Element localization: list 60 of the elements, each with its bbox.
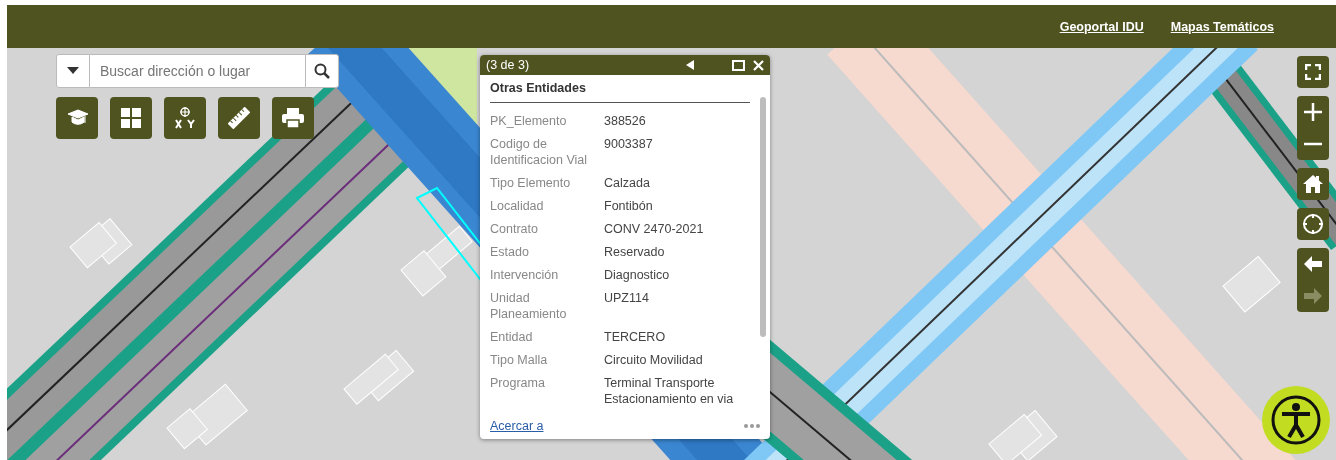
field-label: Intervención (490, 267, 560, 283)
education-tool-button[interactable] (56, 97, 98, 139)
header-link[interactable]: Geoportal IDU (1059, 19, 1144, 34)
field-label: Estado (490, 244, 530, 260)
triangle-left-icon (686, 60, 694, 70)
header-link[interactable]: Mapas Temáticos (1170, 19, 1274, 34)
measure-tool-button[interactable] (218, 97, 260, 139)
field-label: Localidad (490, 198, 545, 214)
section-heading: Otras Entidades (490, 79, 750, 103)
field-label: Tipo Elemento (490, 175, 572, 191)
search-icon (314, 63, 330, 79)
more-button[interactable] (744, 424, 760, 428)
search-button[interactable] (305, 54, 339, 88)
previous-button[interactable] (686, 60, 694, 70)
printer-icon (282, 108, 304, 128)
grid-icon (121, 108, 141, 128)
crosshair-icon (1302, 213, 1324, 235)
locate-button[interactable] (1297, 208, 1329, 240)
field-value: Calzada (604, 175, 651, 191)
field-label: PK_Elemento (490, 113, 568, 129)
field-value: 388526 (604, 113, 647, 129)
field-value: Fontibón (604, 198, 654, 214)
ellipsis-icon (744, 424, 760, 428)
fullscreen-icon (1305, 64, 1321, 80)
home-icon (1303, 175, 1323, 193)
field-label: Tipo Malla (490, 352, 549, 368)
home-button[interactable] (1297, 168, 1329, 200)
coordinates-tool-button[interactable] (164, 97, 206, 139)
close-icon (753, 59, 764, 71)
field-value: Circuito Movilidad (604, 352, 704, 368)
maximize-button[interactable] (732, 59, 745, 71)
field-value: CONV 2470-2021 (604, 221, 705, 237)
crosshair-xy-icon (174, 107, 196, 129)
fullscreen-button[interactable] (1297, 56, 1329, 88)
graduation-cap-icon (66, 108, 88, 128)
search-scope-dropdown[interactable] (56, 54, 90, 88)
print-tool-button[interactable] (272, 97, 314, 139)
basemap-tool-button[interactable] (110, 97, 152, 139)
field-value: TERCERO (604, 329, 667, 345)
field-value: Terminal Transporte Estacionamiento en via (604, 375, 735, 407)
accessibility-icon (1271, 395, 1321, 445)
minus-icon (1304, 142, 1322, 146)
close-button[interactable] (753, 59, 764, 71)
field-label: Entidad (490, 329, 534, 345)
field-value: 9003387 (604, 136, 654, 153)
field-value: Diagnostico (604, 267, 671, 283)
search-field[interactable]: Buscar dirección o lugar (90, 54, 305, 88)
field-label: Programa (490, 375, 546, 392)
field-label: Contrato (490, 221, 539, 237)
field-value: UPZ114 (604, 290, 650, 307)
field-label: Unidad Planeamiento (490, 290, 568, 322)
field-value: Reservado (604, 244, 666, 260)
popup-title: (3 de 3) (486, 58, 531, 72)
arrow-left-icon (1304, 256, 1322, 272)
plus-icon (1304, 103, 1322, 121)
field-label: Codigo de Identificacion Vial (490, 136, 589, 168)
zoom-to-link[interactable]: Acercar a (490, 419, 544, 433)
maximize-icon (732, 59, 745, 71)
arrow-right-icon (1304, 288, 1322, 304)
caret-down-icon (67, 67, 79, 75)
